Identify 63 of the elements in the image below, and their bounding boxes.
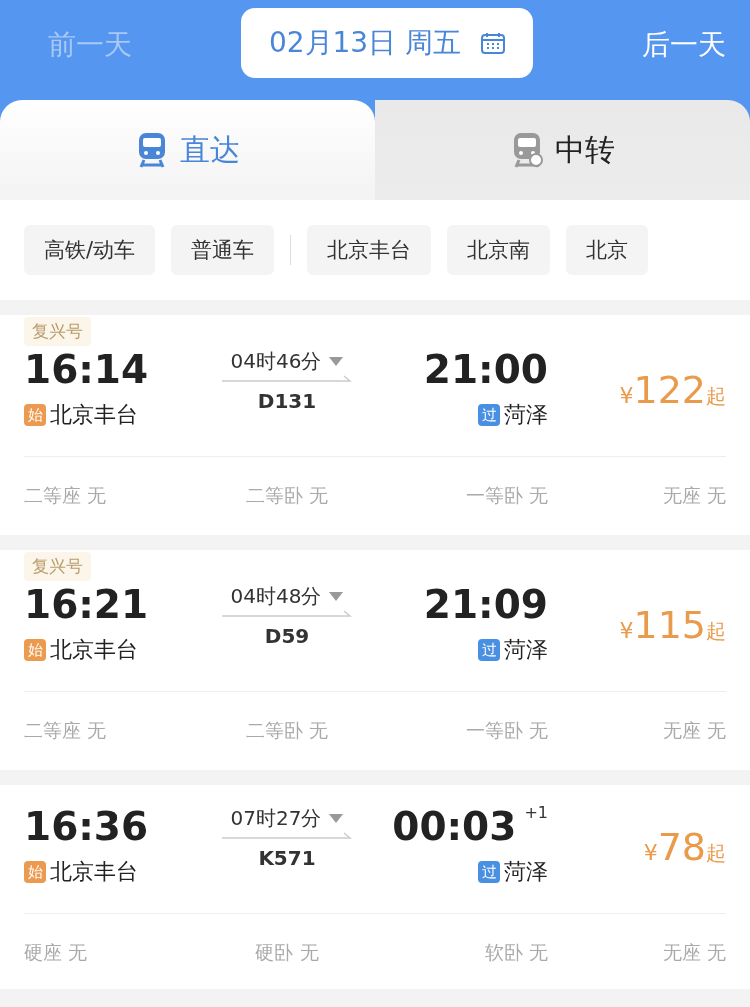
seat-availability: 无座 无 xyxy=(662,718,726,743)
train-type-label: 复兴号 xyxy=(24,317,91,346)
price-suffix: 起 xyxy=(706,618,726,645)
arrival-station: 菏泽 xyxy=(504,401,548,429)
seat-availability: 二等卧 无 xyxy=(245,483,328,508)
filter-chip[interactable]: 高铁/动车 xyxy=(24,225,156,275)
seat-availability: 一等卧 无 xyxy=(465,483,548,508)
arrival-time: 00:03 xyxy=(392,803,517,851)
departure-station: 北京丰台 xyxy=(50,636,138,664)
dropdown-icon xyxy=(329,357,344,366)
origin-tag: 始 xyxy=(24,404,46,426)
duration: 04时48分 xyxy=(230,583,322,610)
seat-availability: 硬卧 无 xyxy=(255,940,319,965)
train-number: D131 xyxy=(257,389,317,413)
seat-availability: 硬座 无 xyxy=(24,940,88,965)
departure-time: 16:14 xyxy=(24,346,149,394)
seat-availability: 软卧 无 xyxy=(484,940,548,965)
currency-sign: ¥ xyxy=(619,618,634,643)
date-picker[interactable]: 02月13日 周五 xyxy=(241,8,533,78)
arrival-station: 菏泽 xyxy=(504,858,548,886)
seat-availability: 无座 无 xyxy=(662,483,726,508)
train-card[interactable]: 16:36 始 北京丰台 07时27分 K571 00:03 +1 过 菏泽 ¥78起 硬座 无 硬卧 无 软卧 无 无座 无 xyxy=(0,785,750,989)
seat-availability: 无座 无 xyxy=(662,940,726,965)
origin-tag: 始 xyxy=(24,861,46,883)
dropdown-icon xyxy=(329,814,344,823)
currency-sign: ¥ xyxy=(619,383,634,408)
arrival-time: 21:00 xyxy=(423,346,548,394)
price-suffix: 起 xyxy=(706,840,726,867)
filter-chip[interactable]: 北京 xyxy=(566,225,649,275)
tab[interactable]: 中转 xyxy=(375,100,750,200)
departure-time: 16:36 xyxy=(24,803,149,851)
filter-chip[interactable]: 北京丰台 xyxy=(307,225,432,275)
pass-through-tag: 过 xyxy=(478,639,500,661)
seat-availability: 二等座 无 xyxy=(24,718,107,743)
price: 115 xyxy=(633,603,706,647)
pass-through-tag: 过 xyxy=(478,861,500,883)
seat-availability: 二等座 无 xyxy=(24,483,107,508)
duration: 07时27分 xyxy=(230,805,322,832)
origin-tag: 始 xyxy=(24,639,46,661)
departure-station: 北京丰台 xyxy=(50,858,138,886)
currency-sign: ¥ xyxy=(643,840,658,865)
price: 122 xyxy=(633,368,706,412)
departure-time: 16:21 xyxy=(24,581,149,629)
train-number: K571 xyxy=(258,846,316,870)
filter-chip[interactable]: 北京南 xyxy=(447,225,551,275)
next-day-mark: +1 xyxy=(524,803,548,822)
train-type-label: 复兴号 xyxy=(24,552,91,581)
train-number: D59 xyxy=(264,624,310,648)
arrival-station: 菏泽 xyxy=(504,636,548,664)
seat-availability: 一等卧 无 xyxy=(465,718,548,743)
arrival-time: 21:09 xyxy=(423,581,548,629)
pass-through-tag: 过 xyxy=(478,404,500,426)
departure-station: 北京丰台 xyxy=(50,401,138,429)
dropdown-icon xyxy=(329,592,344,601)
tab[interactable]: 直达 xyxy=(0,100,375,200)
train-card[interactable]: 复兴号 16:14 始 北京丰台 04时46分 D131 21:00 过 菏泽 ¥122 起 二等座 无 二等卧 无 一等卧 无 无座 无 xyxy=(0,315,750,535)
calendar-icon xyxy=(481,32,506,54)
filter-chip[interactable]: 普通车 xyxy=(171,225,275,275)
train-card[interactable]: 复兴号 16:21 始 北京丰台 04时48分 D59 21:09 过 菏泽 ¥115起 二等座 无 二等卧 无 一等卧 无 无座 无 xyxy=(0,550,750,770)
duration: 04时46分 xyxy=(230,348,322,375)
price-suffix: 起 xyxy=(706,383,726,410)
seat-availability: 二等卧 无 xyxy=(245,718,328,743)
price: 78 xyxy=(657,825,706,869)
